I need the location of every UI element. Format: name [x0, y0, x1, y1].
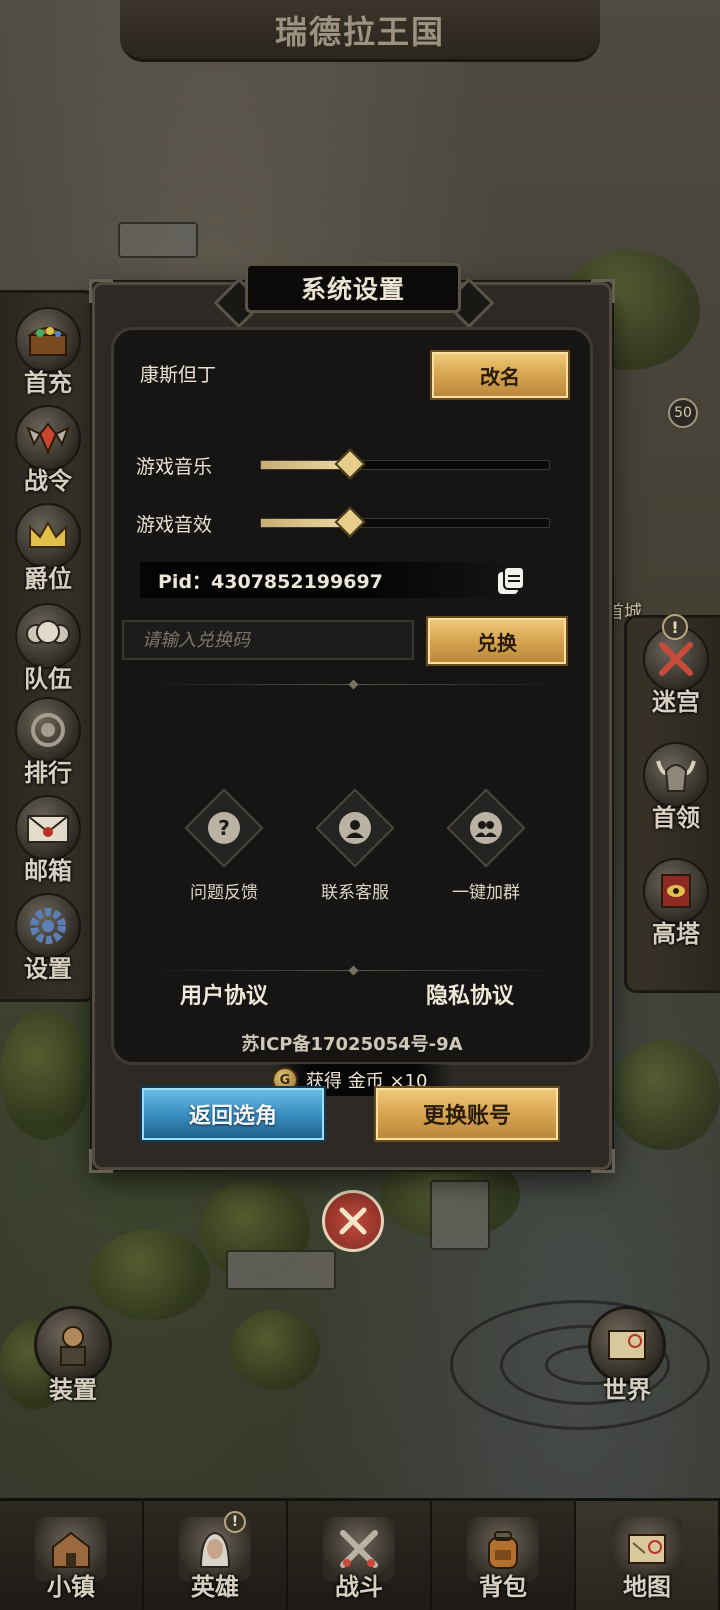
- menu-team[interactable]: 队伍: [3, 603, 93, 699]
- world-label: 世界: [603, 1376, 651, 1404]
- nav-label: 小镇: [47, 1573, 95, 1601]
- nav-label: 战斗: [335, 1573, 383, 1601]
- join-group-label: 一键加群: [452, 883, 520, 903]
- sfx-slider[interactable]: [260, 506, 550, 538]
- bottom-navigation: 小镇 英雄 ! 战斗 背包 地图: [0, 1498, 720, 1610]
- menu-boss[interactable]: 首领: [631, 742, 720, 838]
- pid-text: Pid：4307852199697: [158, 570, 383, 593]
- kingdom-title: 瑞德拉王国: [274, 12, 445, 51]
- decor-label: 装置: [49, 1376, 97, 1404]
- menu-label: 爵位: [24, 565, 72, 593]
- menu-tower[interactable]: 高塔: [631, 858, 720, 954]
- question-icon: ?: [208, 812, 240, 844]
- menu-maze[interactable]: 迷宫: [631, 626, 720, 722]
- switch-account-button[interactable]: 更换账号: [374, 1086, 560, 1142]
- redeem-code-input[interactable]: [122, 620, 414, 660]
- pid-display: Pid：4307852199697: [140, 562, 520, 598]
- nav-heroes[interactable]: 英雄 !: [144, 1501, 288, 1610]
- menu-label: 设置: [24, 955, 72, 983]
- settings-dialog: 系统设置 康斯但丁 改名 游戏音乐 游戏音效 Pid：4307852199697…: [89, 263, 615, 1173]
- nav-battle[interactable]: 战斗: [288, 1501, 432, 1610]
- user-agreement-link[interactable]: 用户协议: [180, 978, 268, 1010]
- world-button[interactable]: 世界: [588, 1306, 666, 1405]
- copy-pid-icon[interactable]: [494, 564, 528, 598]
- menu-settings[interactable]: 设置: [3, 893, 93, 989]
- contact-support-button[interactable]: 联系客服: [295, 788, 415, 910]
- nav-map[interactable]: 地图: [576, 1501, 720, 1610]
- dialog-title-text: 系统设置: [300, 275, 405, 304]
- section-divider: [144, 965, 564, 976]
- icp-license-text: 苏ICP备17025054号-9A: [241, 1034, 463, 1055]
- sfx-slider-handle[interactable]: [334, 506, 366, 538]
- nav-label: 英雄: [191, 1573, 239, 1601]
- dialog-title: 系统设置: [245, 263, 461, 313]
- feedback-button[interactable]: ? 问题反馈: [164, 788, 284, 910]
- join-group-button[interactable]: 一键加群: [426, 788, 546, 910]
- menu-label: 队伍: [24, 665, 72, 693]
- menu-label: 战令: [24, 467, 72, 495]
- rename-button[interactable]: 改名: [430, 350, 570, 400]
- menu-label: 首领: [652, 804, 700, 832]
- menu-label: 高塔: [652, 920, 700, 948]
- music-slider[interactable]: [260, 448, 550, 480]
- menu-mailbox[interactable]: 邮箱: [3, 795, 93, 891]
- menu-nobility[interactable]: 爵位: [3, 503, 93, 599]
- menu-label: 首充: [24, 369, 72, 397]
- battle-swords-button[interactable]: [322, 1190, 384, 1252]
- boss-level-badge[interactable]: 50: [668, 398, 698, 428]
- right-side-menu: 迷宫 首领 高塔: [624, 615, 720, 993]
- menu-ranking[interactable]: 排行: [3, 697, 93, 793]
- group-icon: [470, 812, 502, 844]
- menu-label: 迷宫: [652, 688, 700, 716]
- decor-button[interactable]: 装置: [34, 1306, 112, 1405]
- kingdom-title-banner: 瑞德拉王国: [120, 0, 600, 62]
- menu-label: 邮箱: [24, 857, 72, 885]
- settings-panel: 康斯但丁 改名 游戏音乐 游戏音效 Pid：4307852199697 兑换 ?…: [111, 327, 593, 1065]
- player-name: 康斯但丁: [140, 364, 217, 386]
- menu-label: 排行: [24, 759, 72, 787]
- back-to-character-select-button[interactable]: 返回选角: [140, 1086, 326, 1142]
- music-label: 游戏音乐: [136, 456, 213, 478]
- maze-alert-badge: !: [662, 614, 688, 640]
- heroes-alert-badge: !: [224, 1511, 246, 1533]
- feedback-label: 问题反馈: [190, 883, 258, 903]
- music-slider-handle[interactable]: [334, 448, 366, 480]
- crossed-swords-icon: [339, 1207, 367, 1235]
- nav-label: 背包: [479, 1573, 527, 1601]
- sfx-label: 游戏音效: [136, 514, 213, 536]
- left-side-menu: 首充 战令 爵位 队伍 排行 邮箱 设置: [0, 290, 96, 1002]
- nav-town[interactable]: 小镇: [0, 1501, 144, 1610]
- section-divider: [144, 679, 564, 690]
- redeem-button[interactable]: 兑换: [426, 616, 568, 666]
- contact-support-label: 联系客服: [321, 883, 389, 903]
- privacy-policy-link[interactable]: 隐私协议: [426, 978, 514, 1010]
- menu-battle-pass[interactable]: 战令: [3, 405, 93, 501]
- nav-label: 地图: [623, 1573, 671, 1601]
- menu-first-recharge[interactable]: 首充: [3, 307, 93, 403]
- nav-backpack[interactable]: 背包: [432, 1501, 576, 1610]
- support-agent-icon: [339, 812, 371, 844]
